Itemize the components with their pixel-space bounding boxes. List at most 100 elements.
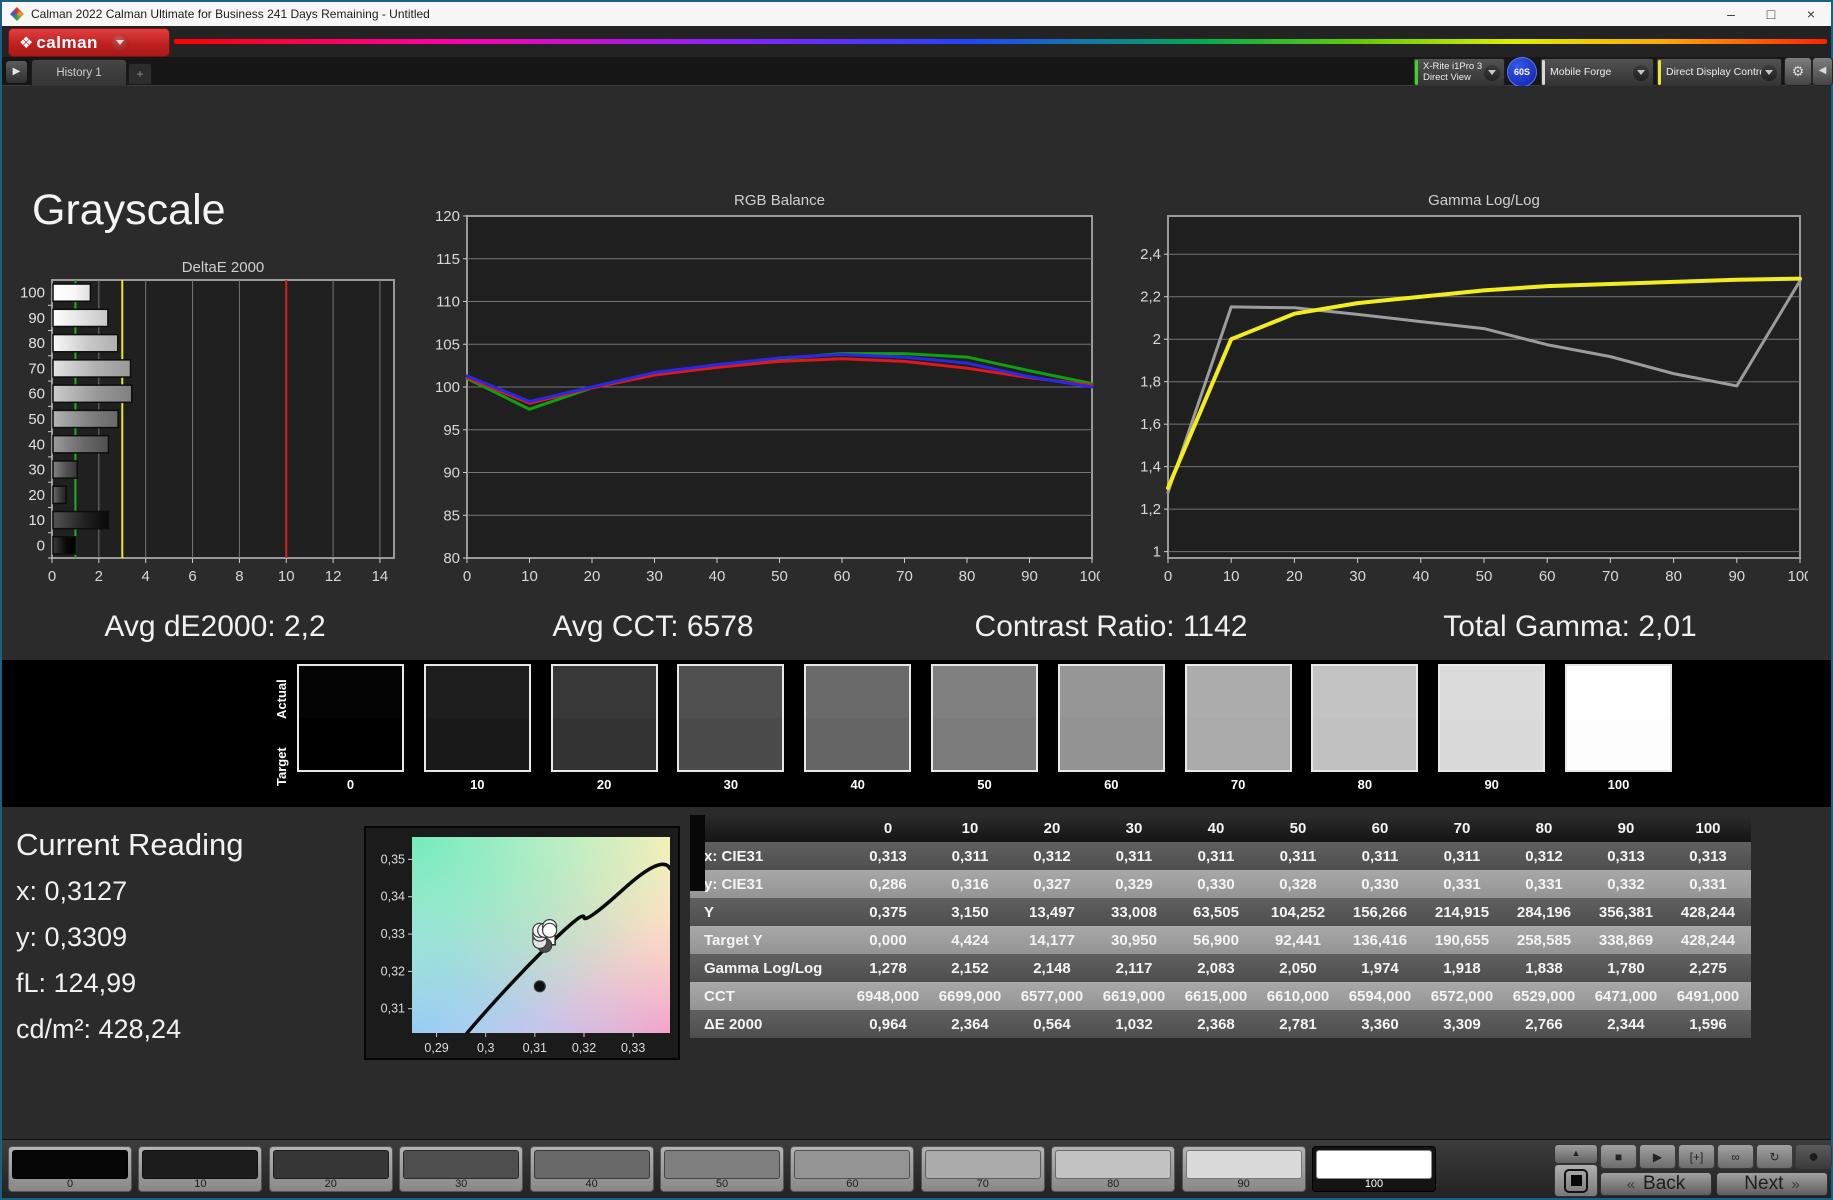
table-cell: 0,313 (1607, 847, 1645, 865)
actual-row-label: Actual (274, 679, 289, 719)
svg-text:20: 20 (1286, 568, 1303, 585)
swatch-target-color (1186, 718, 1290, 770)
swatch-actual-color (1059, 666, 1163, 718)
table-cell: 0,331 (1525, 875, 1563, 893)
swatch-actual-color (806, 666, 910, 718)
pattern-level-button-90[interactable]: 90 (1181, 1146, 1306, 1192)
pattern-level-button-0[interactable]: 0 (8, 1146, 132, 1192)
svg-text:0,29: 0,29 (424, 1041, 448, 1055)
svg-text:0,32: 0,32 (572, 1041, 596, 1055)
swatch-target-color (299, 718, 402, 770)
pattern-level-button-70[interactable]: 70 (920, 1146, 1045, 1192)
svg-text:80: 80 (959, 568, 976, 585)
table-cell: 2,368 (1197, 1015, 1235, 1033)
table-cell: 0,000 (869, 931, 907, 949)
swatch-level-label: 80 (1357, 777, 1373, 792)
table-cell: 33,008 (1111, 903, 1157, 921)
next-button[interactable]: Next » (1716, 1172, 1828, 1196)
svg-text:30: 30 (646, 568, 663, 585)
layout-nav-button[interactable]: ▶ (5, 60, 28, 84)
source-dropdown[interactable]: Mobile Forge (1540, 58, 1654, 87)
pattern-level-button-20[interactable]: 20 (268, 1146, 393, 1192)
pattern-chip (403, 1150, 520, 1179)
table-row: Target Y 0,000 4,424 14,177 30,950 56,900 92,4… (690, 926, 1751, 954)
svg-text:2,2: 2,2 (1140, 289, 1161, 306)
table-cell: 2,344 (1607, 1015, 1645, 1033)
table-cell: 1,974 (1361, 959, 1399, 977)
target-row-label: Target (274, 747, 289, 787)
table-row: CCT 6948,000 6699,000 6577,000 6619,000 6615,… (690, 982, 1751, 1010)
table-cell: 0,286 (869, 875, 907, 893)
table-row-label: CCT (704, 987, 735, 1005)
collapse-panel-button[interactable]: ◀ (1812, 57, 1833, 86)
meter-dropdown[interactable]: X-Rite i1Pro 3 Direct View (1413, 58, 1505, 87)
tab-history-1[interactable]: History 1 (31, 59, 127, 86)
svg-text:10: 10 (28, 512, 45, 529)
svg-text:40: 40 (709, 568, 726, 585)
table-cell: 2,117 (1115, 959, 1153, 977)
main-content: Grayscale DeltaE 2000 0 2 4 6 8 10 12 14 100 90 80 7… (2, 86, 1831, 660)
display-control-dropdown[interactable]: Direct Display Control (1656, 58, 1782, 87)
continuous-measure-button[interactable]: ∞ (1717, 1144, 1754, 1169)
pattern-level-button-30[interactable]: 30 (399, 1146, 524, 1192)
calman-menu-button[interactable]: ❖ calman (8, 28, 170, 57)
pattern-level-button-40[interactable]: 40 (529, 1146, 654, 1192)
pattern-level-button-60[interactable]: 60 (790, 1146, 915, 1192)
svg-text:20: 20 (584, 568, 601, 585)
swatch-actual-color (679, 666, 783, 718)
rgb-balance-chart: RGB Balance 80 85 90 95 100 105 110 115 120 0 10 20 3… (435, 192, 1100, 585)
source-dropdown-label: Mobile Forge (1550, 66, 1612, 78)
table-cell: 2,152 (951, 959, 989, 977)
pattern-level-button-100[interactable]: 100 (1312, 1146, 1436, 1192)
pattern-window-button[interactable] (1554, 1164, 1598, 1197)
single-measure-button[interactable]: [+] (1678, 1144, 1715, 1169)
settings-gear-button[interactable]: ⚙ (1784, 57, 1812, 86)
table-cell: 4,424 (951, 931, 989, 949)
svg-text:80: 80 (1665, 568, 1682, 585)
maximize-button[interactable]: □ (1751, 2, 1791, 26)
svg-text:1,8: 1,8 (1140, 374, 1161, 391)
table-cell: 6471,000 (1594, 987, 1658, 1005)
add-tab-button[interactable]: + (128, 63, 152, 85)
next-button-label: Next (1744, 1173, 1784, 1194)
pattern-level-label: 50 (715, 1178, 729, 1190)
table-cell: 2,083 (1197, 959, 1235, 977)
minimize-button[interactable]: – (1711, 2, 1751, 26)
meter-mode-badge[interactable]: 60S (1507, 57, 1537, 87)
svg-text:60: 60 (28, 386, 45, 403)
refresh-button[interactable]: ↻ (1756, 1144, 1793, 1169)
table-cell: 30,950 (1111, 931, 1157, 949)
grayscale-swatch-40 (804, 664, 912, 772)
table-cell: 6594,000 (1348, 987, 1412, 1005)
pattern-level-label: 70 (976, 1178, 989, 1190)
pattern-window-up-button[interactable]: ▲ (1554, 1144, 1598, 1164)
table-scroll-notch[interactable] (690, 815, 705, 891)
calman-menu-dropdown-icon (111, 34, 129, 51)
meter-status-edge (1415, 60, 1418, 85)
current-reading-item: x: 0,3127 (16, 876, 128, 906)
svg-text:4: 4 (142, 568, 150, 585)
pattern-level-label: 10 (194, 1178, 207, 1190)
swatch-target-color (1313, 718, 1417, 770)
measurement-table: 0 10 20 30 40 50 60 70 80 90 100 x: CIE31 0,313 0,311… (690, 815, 1751, 1038)
status-light[interactable]: ● (1795, 1144, 1832, 1169)
swatch-actual-color (425, 666, 529, 718)
table-cell: 0,964 (869, 1015, 907, 1033)
page-title: Grayscale (32, 186, 226, 234)
close-button[interactable]: × (1791, 2, 1831, 26)
pattern-level-button-50[interactable]: 50 (660, 1146, 784, 1192)
back-button[interactable]: « Back (1600, 1172, 1712, 1196)
stop-button[interactable]: ■ (1600, 1144, 1637, 1169)
svg-text:80: 80 (443, 550, 460, 567)
table-cell: 1,780 (1607, 959, 1645, 977)
table-column-header: 20 (1043, 820, 1061, 837)
pattern-level-label: 0 (66, 1178, 74, 1190)
table-row-label: Y (704, 903, 715, 921)
pattern-level-button-10[interactable]: 10 (138, 1146, 263, 1192)
svg-text:120: 120 (435, 208, 460, 225)
swatch-actual-color (933, 666, 1036, 718)
table-cell: 6948,000 (856, 987, 920, 1005)
table-cell: 6491,000 (1676, 987, 1740, 1005)
play-button[interactable]: ▶ (1639, 1144, 1676, 1169)
pattern-level-button-80[interactable]: 80 (1051, 1146, 1176, 1192)
